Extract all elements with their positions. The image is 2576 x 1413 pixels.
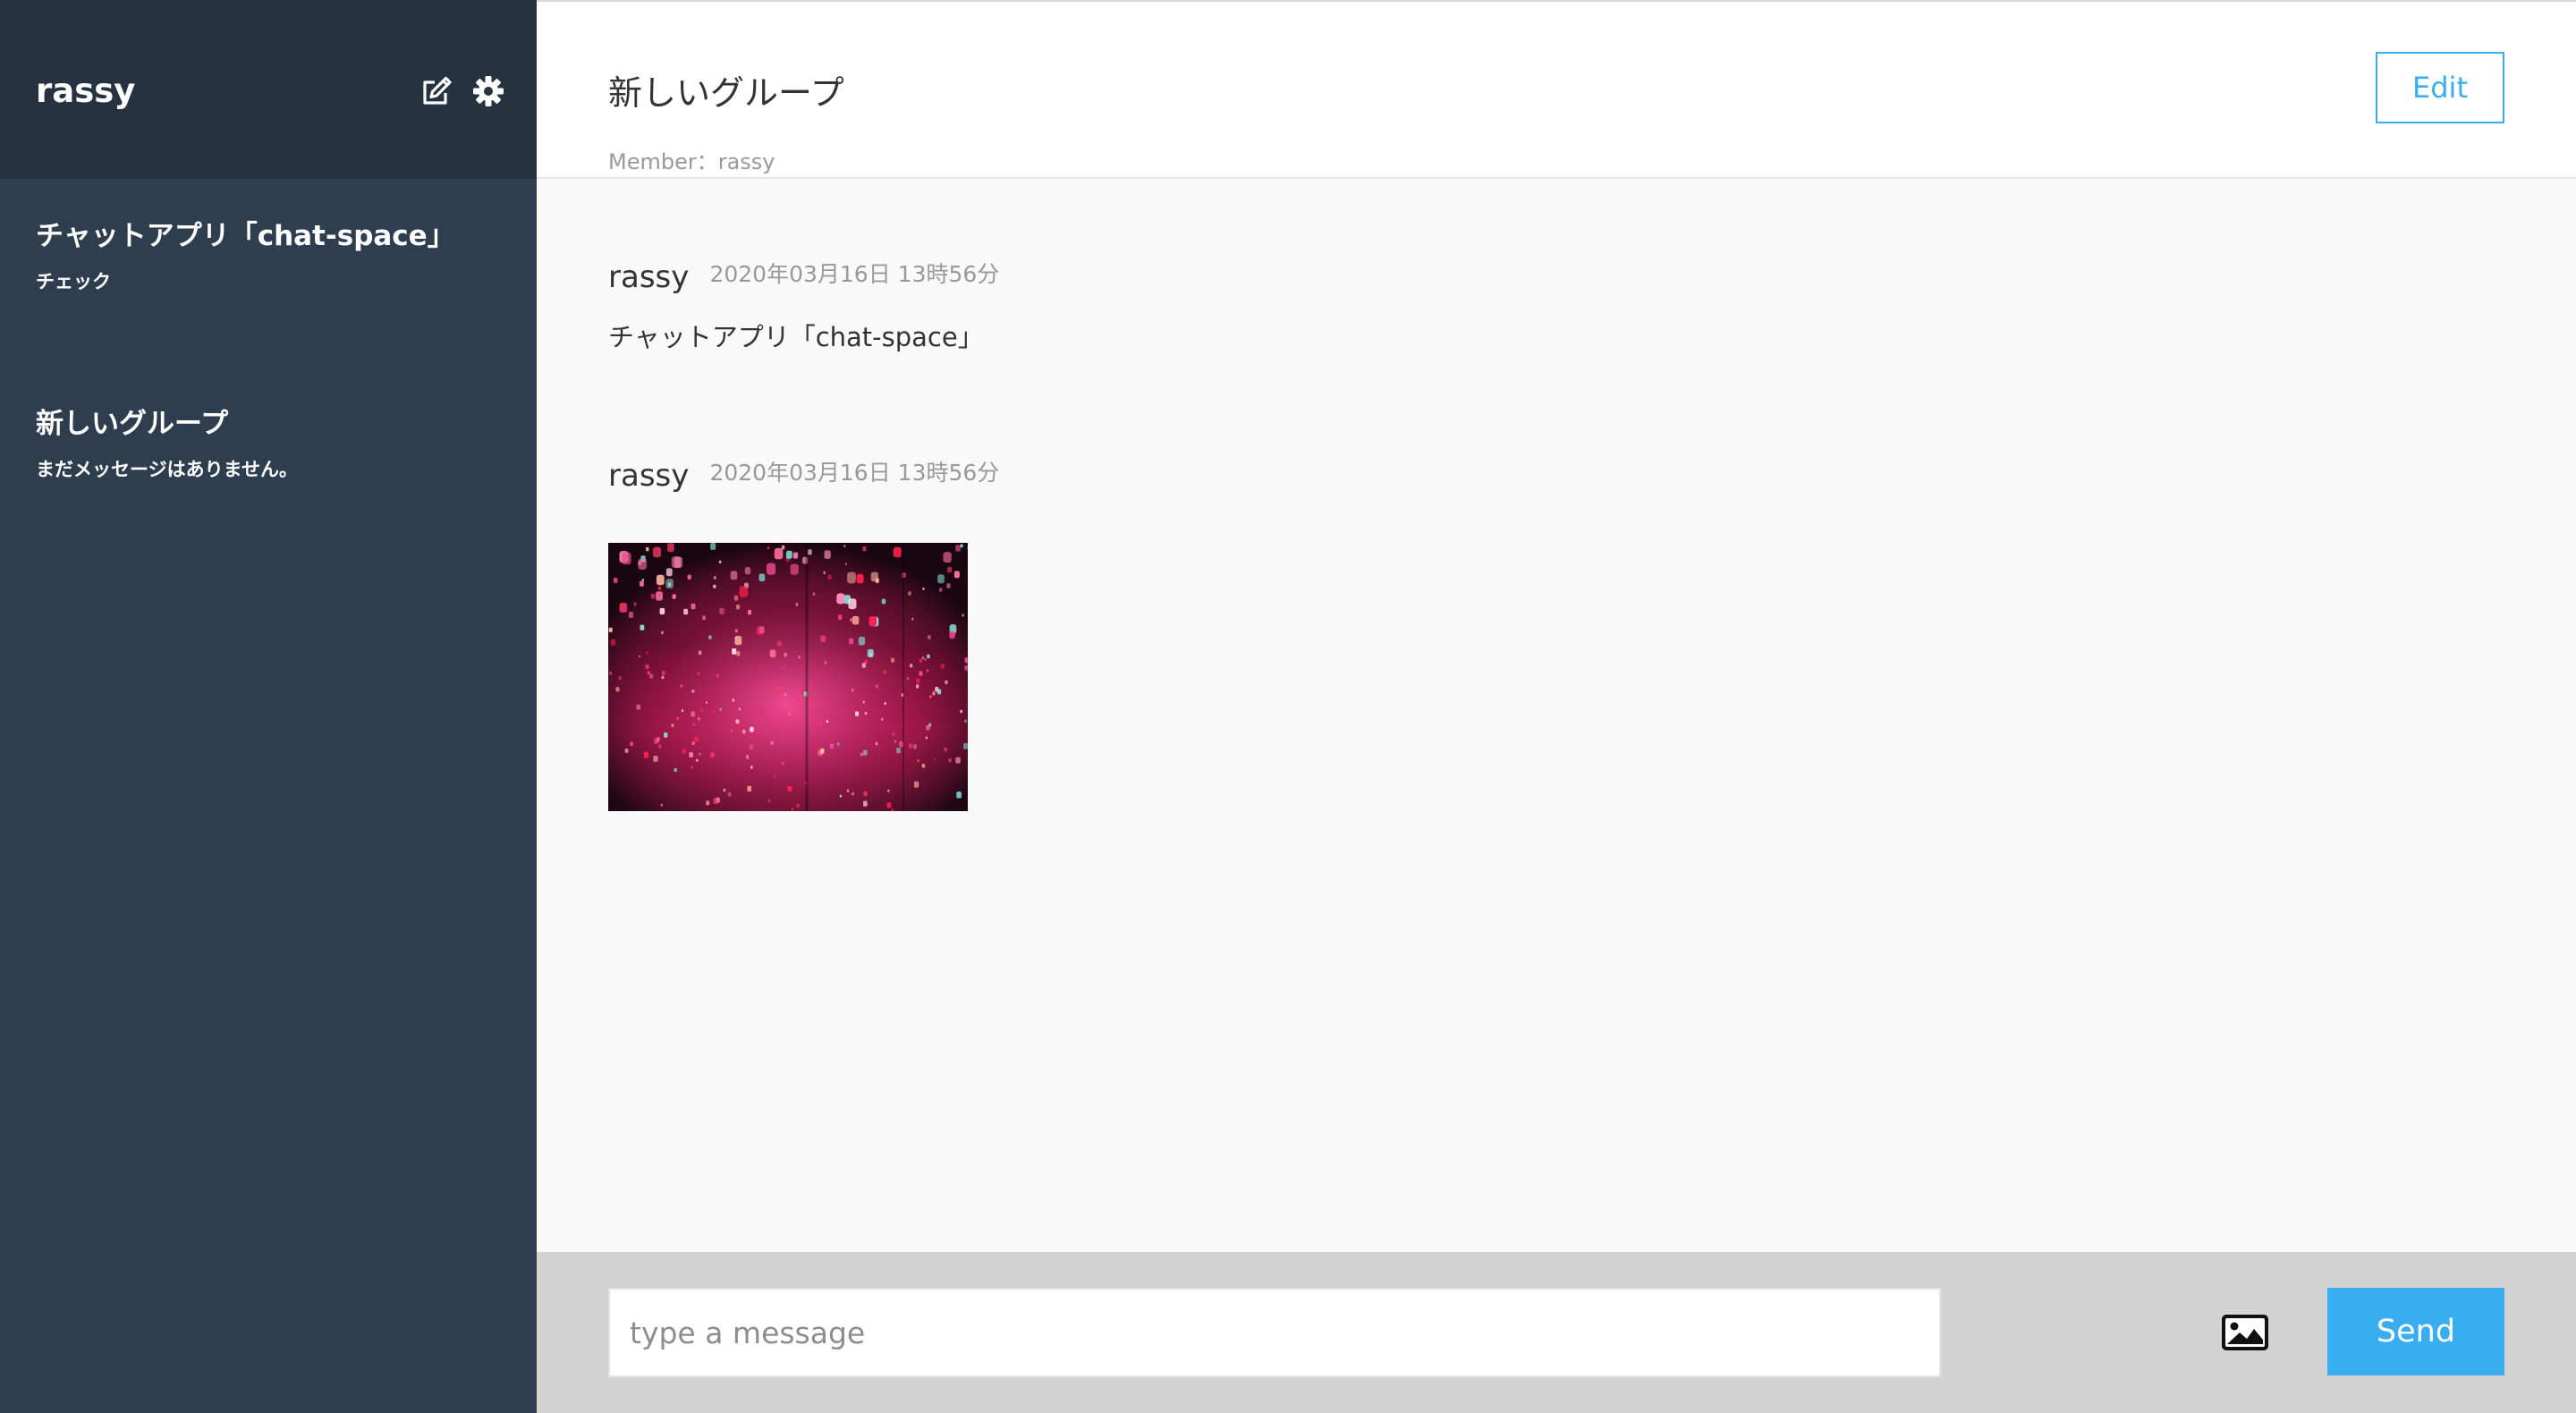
sidebar-header: rassy bbox=[0, 0, 537, 179]
member-list: Member：rassy bbox=[608, 149, 775, 174]
message-text: チャットアプリ「chat-space」 bbox=[608, 322, 984, 352]
sidebar-group-chat-space[interactable]: チャットアプリ「chat-space」 チェック bbox=[36, 216, 519, 295]
group-name: チャットアプリ「chat-space」 bbox=[36, 220, 455, 252]
current-user-name: rassy bbox=[36, 72, 136, 110]
image-icon[interactable] bbox=[2220, 1313, 2270, 1352]
send-button[interactable]: Send bbox=[2327, 1288, 2504, 1375]
sidebar: rassy チャットアプリ「chat-space」 チェック 新しいグループ ま… bbox=[0, 0, 537, 1413]
message: rassy 2020年03月16日 13時56分 bbox=[608, 454, 999, 811]
chat-header: 新しいグループ Member：rassy Edit bbox=[537, 0, 2576, 179]
sidebar-group-new-group[interactable]: 新しいグループ まだメッセージはありません。 bbox=[36, 404, 519, 483]
message-user: rassy bbox=[608, 259, 690, 295]
group-title: 新しいグループ bbox=[608, 73, 844, 113]
message-user: rassy bbox=[608, 458, 690, 494]
message-date: 2020年03月16日 13時56分 bbox=[709, 261, 1000, 287]
message: rassy 2020年03月16日 13時56分 チャットアプリ「chat-sp… bbox=[608, 256, 999, 355]
message-form: Send bbox=[537, 1252, 2576, 1413]
message-header: rassy 2020年03月16日 13時56分 bbox=[608, 256, 999, 301]
edit-group-button[interactable]: Edit bbox=[2376, 52, 2504, 123]
group-last-message: まだメッセージはありません。 bbox=[36, 459, 298, 480]
message-date: 2020年03月16日 13時56分 bbox=[709, 460, 1000, 486]
group-name: 新しいグループ bbox=[36, 408, 229, 440]
edit-icon[interactable] bbox=[419, 73, 454, 109]
message-image bbox=[608, 543, 968, 811]
message-header: rassy 2020年03月16日 13時56分 bbox=[608, 454, 999, 500]
message-input[interactable] bbox=[608, 1288, 1941, 1377]
gear-icon[interactable] bbox=[470, 73, 506, 109]
group-last-message: チェック bbox=[36, 271, 111, 292]
